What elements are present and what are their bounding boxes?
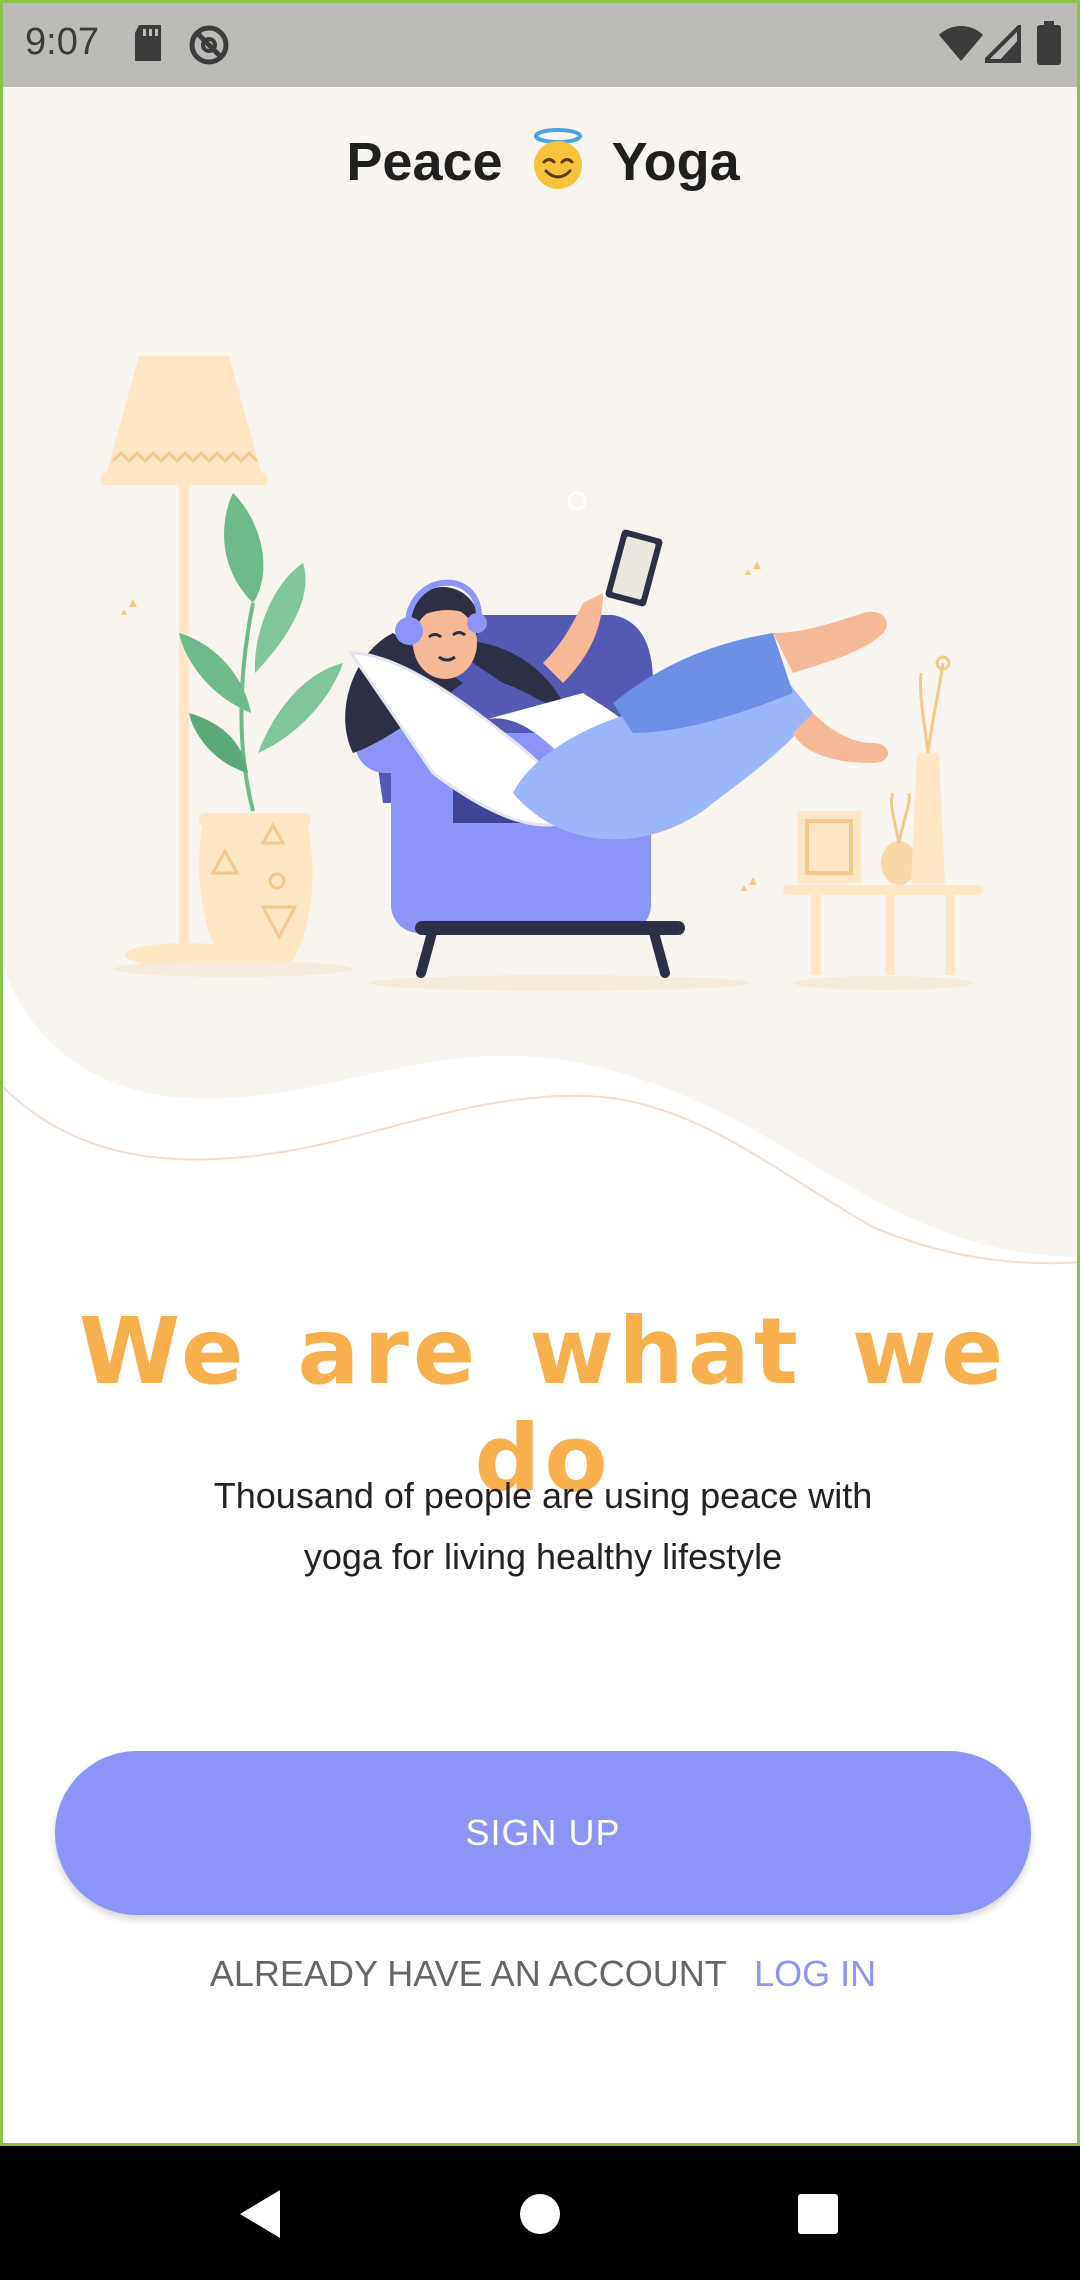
sign-up-button[interactable]: SIGN UP [55, 1751, 1031, 1915]
login-row: ALREADY HAVE AN ACCOUNT LOG IN [3, 1953, 1077, 1995]
subtitle: Thousand of people are using peace with … [143, 1465, 943, 1587]
cell-signal-icon [980, 22, 1021, 68]
recents-icon[interactable] [786, 2182, 850, 2246]
status-time: 9:07 [25, 21, 99, 63]
log-in-link[interactable]: LOG IN [754, 1953, 876, 1994]
woman-relaxing-on-armchair-illustration [101, 356, 983, 991]
app-title-prefix: Peace [346, 131, 503, 192]
app-title: Peace Yoga [3, 127, 1077, 204]
navigation-bar [0, 2146, 1080, 2280]
battery-icon [1037, 21, 1061, 70]
subtitle-line-1: Thousand of people are using peace with [213, 1475, 873, 1516]
status-bar: 9:07 [3, 3, 1077, 87]
app-screen: 9:07 Peace Yoga We are what we do Thousa… [0, 0, 1080, 2146]
smiling-face-with-halo-icon [526, 127, 590, 204]
wifi-icon [939, 25, 983, 68]
home-icon[interactable] [508, 2182, 572, 2246]
app-title-suffix: Yoga [611, 131, 740, 192]
sd-card-icon [131, 23, 165, 68]
do-not-disturb-icon [187, 23, 231, 72]
login-prompt: ALREADY HAVE AN ACCOUNT [209, 1953, 727, 1994]
back-icon[interactable] [228, 2182, 292, 2246]
subtitle-line-2: yoga for living healthy lifestyle [303, 1536, 783, 1577]
